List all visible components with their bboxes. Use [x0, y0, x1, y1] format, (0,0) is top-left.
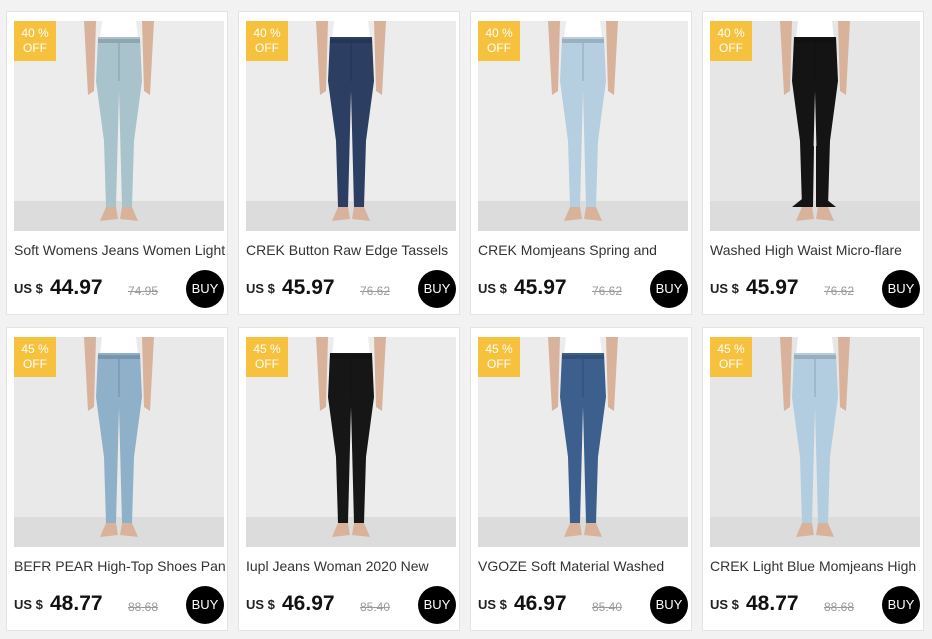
product-card[interactable]: 40 % OFF CREK Button Raw Edge Tassels US…	[238, 11, 460, 315]
currency-label: US $	[14, 281, 43, 296]
product-title[interactable]: Soft Womens Jeans Women Light	[14, 241, 226, 259]
buy-button[interactable]: BUY	[882, 586, 920, 624]
discount-off-label: OFF	[255, 41, 279, 55]
original-price: 74.95	[128, 284, 159, 298]
buy-button[interactable]: BUY	[186, 270, 224, 308]
buy-button[interactable]: BUY	[186, 586, 224, 624]
buy-button[interactable]: BUY	[650, 270, 688, 308]
discount-percent: 40 %	[21, 26, 49, 40]
currency-label: US $	[710, 597, 739, 612]
discount-off-label: OFF	[487, 357, 511, 371]
discount-percent: 40 %	[485, 26, 513, 40]
product-title[interactable]: CREK Light Blue Momjeans High	[710, 557, 922, 575]
discount-badge: 40 % OFF	[478, 21, 520, 61]
price-row: US $ 45.97 76.62 BUY	[478, 270, 688, 308]
sale-price: 48.77	[746, 592, 799, 615]
product-card[interactable]: 45 % OFF BEFR PEAR High-Top Shoes Pants …	[6, 327, 228, 631]
discount-off-label: OFF	[719, 357, 743, 371]
currency-label: US $	[246, 597, 275, 612]
discount-percent: 45 %	[717, 342, 745, 356]
currency-label: US $	[478, 281, 507, 296]
discount-percent: 40 %	[717, 26, 745, 40]
buy-button[interactable]: BUY	[418, 586, 456, 624]
product-card[interactable]: 45 % OFF Iupl Jeans Woman 2020 New US $ …	[238, 327, 460, 631]
currency-label: US $	[14, 597, 43, 612]
discount-percent: 45 %	[21, 342, 49, 356]
sale-price: 45.97	[514, 276, 567, 299]
price-row: US $ 48.77 88.68 BUY	[710, 586, 920, 624]
discount-badge: 40 % OFF	[14, 21, 56, 61]
original-price: 76.62	[592, 284, 623, 298]
buy-button[interactable]: BUY	[882, 270, 920, 308]
sale-price: 45.97	[282, 276, 335, 299]
original-price: 85.40	[360, 600, 391, 614]
product-title[interactable]: CREK Button Raw Edge Tassels	[246, 241, 458, 259]
discount-percent: 45 %	[253, 342, 281, 356]
buy-button[interactable]: BUY	[418, 270, 456, 308]
price-row: US $ 45.97 76.62 BUY	[710, 270, 920, 308]
original-price: 76.62	[360, 284, 391, 298]
product-title[interactable]: CREK Momjeans Spring and	[478, 241, 690, 259]
discount-percent: 40 %	[253, 26, 281, 40]
discount-badge: 40 % OFF	[246, 21, 288, 61]
sale-price: 46.97	[514, 592, 567, 615]
sale-price: 44.97	[50, 276, 103, 299]
original-price: 76.62	[824, 284, 855, 298]
product-title[interactable]: BEFR PEAR High-Top Shoes Pants	[14, 557, 226, 575]
product-grid: 40 % OFF Soft Womens Jeans Women Light U…	[0, 0, 932, 639]
buy-button[interactable]: BUY	[650, 586, 688, 624]
product-card[interactable]: 40 % OFF CREK Momjeans Spring and US $ 4…	[470, 11, 692, 315]
discount-off-label: OFF	[719, 41, 743, 55]
product-title[interactable]: VGOZE Soft Material Washed	[478, 557, 690, 575]
discount-badge: 45 % OFF	[710, 337, 752, 377]
currency-label: US $	[478, 597, 507, 612]
product-card[interactable]: 40 % OFF Soft Womens Jeans Women Light U…	[6, 11, 228, 315]
product-title[interactable]: Iupl Jeans Woman 2020 New	[246, 557, 458, 575]
discount-off-label: OFF	[487, 41, 511, 55]
product-card[interactable]: 45 % OFF VGOZE Soft Material Washed US $…	[470, 327, 692, 631]
original-price: 88.68	[128, 600, 159, 614]
currency-label: US $	[710, 281, 739, 296]
original-price: 88.68	[824, 600, 855, 614]
price-row: US $ 46.97 85.40 BUY	[478, 586, 688, 624]
discount-badge: 45 % OFF	[14, 337, 56, 377]
product-card[interactable]: 45 % OFF CREK Light Blue Momjeans High U…	[702, 327, 924, 631]
discount-badge: 45 % OFF	[246, 337, 288, 377]
original-price: 85.40	[592, 600, 623, 614]
product-card[interactable]: 40 % OFF Washed High Waist Micro-flare U…	[702, 11, 924, 315]
discount-off-label: OFF	[23, 41, 47, 55]
sale-price: 48.77	[50, 592, 103, 615]
discount-off-label: OFF	[23, 357, 47, 371]
price-row: US $ 44.97 74.95 BUY	[14, 270, 224, 308]
price-row: US $ 45.97 76.62 BUY	[246, 270, 456, 308]
sale-price: 46.97	[282, 592, 335, 615]
discount-badge: 40 % OFF	[710, 21, 752, 61]
price-row: US $ 46.97 85.40 BUY	[246, 586, 456, 624]
discount-percent: 45 %	[485, 342, 513, 356]
discount-badge: 45 % OFF	[478, 337, 520, 377]
sale-price: 45.97	[746, 276, 799, 299]
currency-label: US $	[246, 281, 275, 296]
price-row: US $ 48.77 88.68 BUY	[14, 586, 224, 624]
discount-off-label: OFF	[255, 357, 279, 371]
product-title[interactable]: Washed High Waist Micro-flare	[710, 241, 922, 259]
